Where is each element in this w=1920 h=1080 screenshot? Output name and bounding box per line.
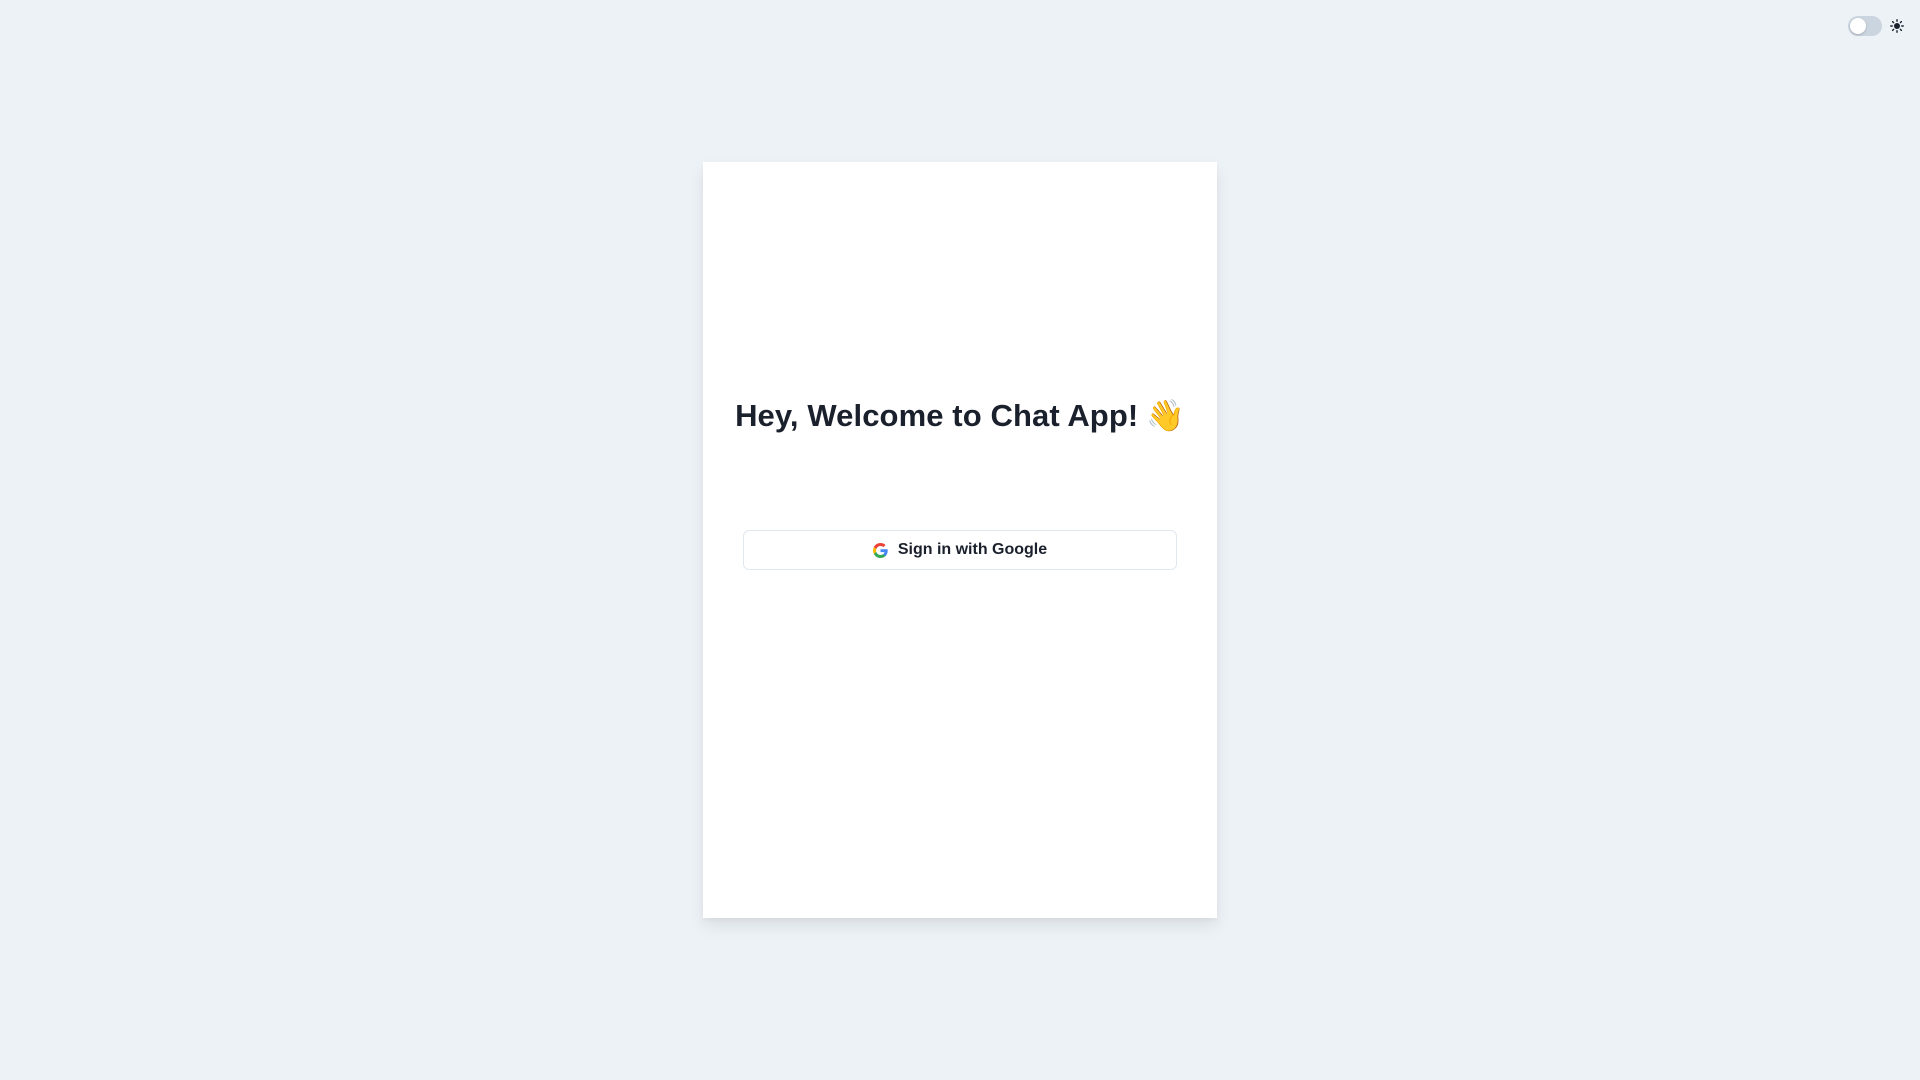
page-title: Hey, Welcome to Chat App! xyxy=(735,398,1139,433)
theme-controls xyxy=(1848,16,1904,36)
login-card: Hey, Welcome to Chat App! 👋 Sign in with… xyxy=(703,162,1217,918)
google-signin-button[interactable]: Sign in with Google xyxy=(743,530,1177,570)
title-row: Hey, Welcome to Chat App! 👋 xyxy=(735,398,1185,434)
google-signin-label: Sign in with Google xyxy=(897,541,1048,558)
sun-icon[interactable] xyxy=(1890,19,1904,33)
theme-toggle[interactable] xyxy=(1848,16,1882,36)
theme-toggle-knob xyxy=(1850,18,1866,34)
wave-icon: 👋 xyxy=(1146,397,1185,434)
google-icon xyxy=(872,542,888,558)
